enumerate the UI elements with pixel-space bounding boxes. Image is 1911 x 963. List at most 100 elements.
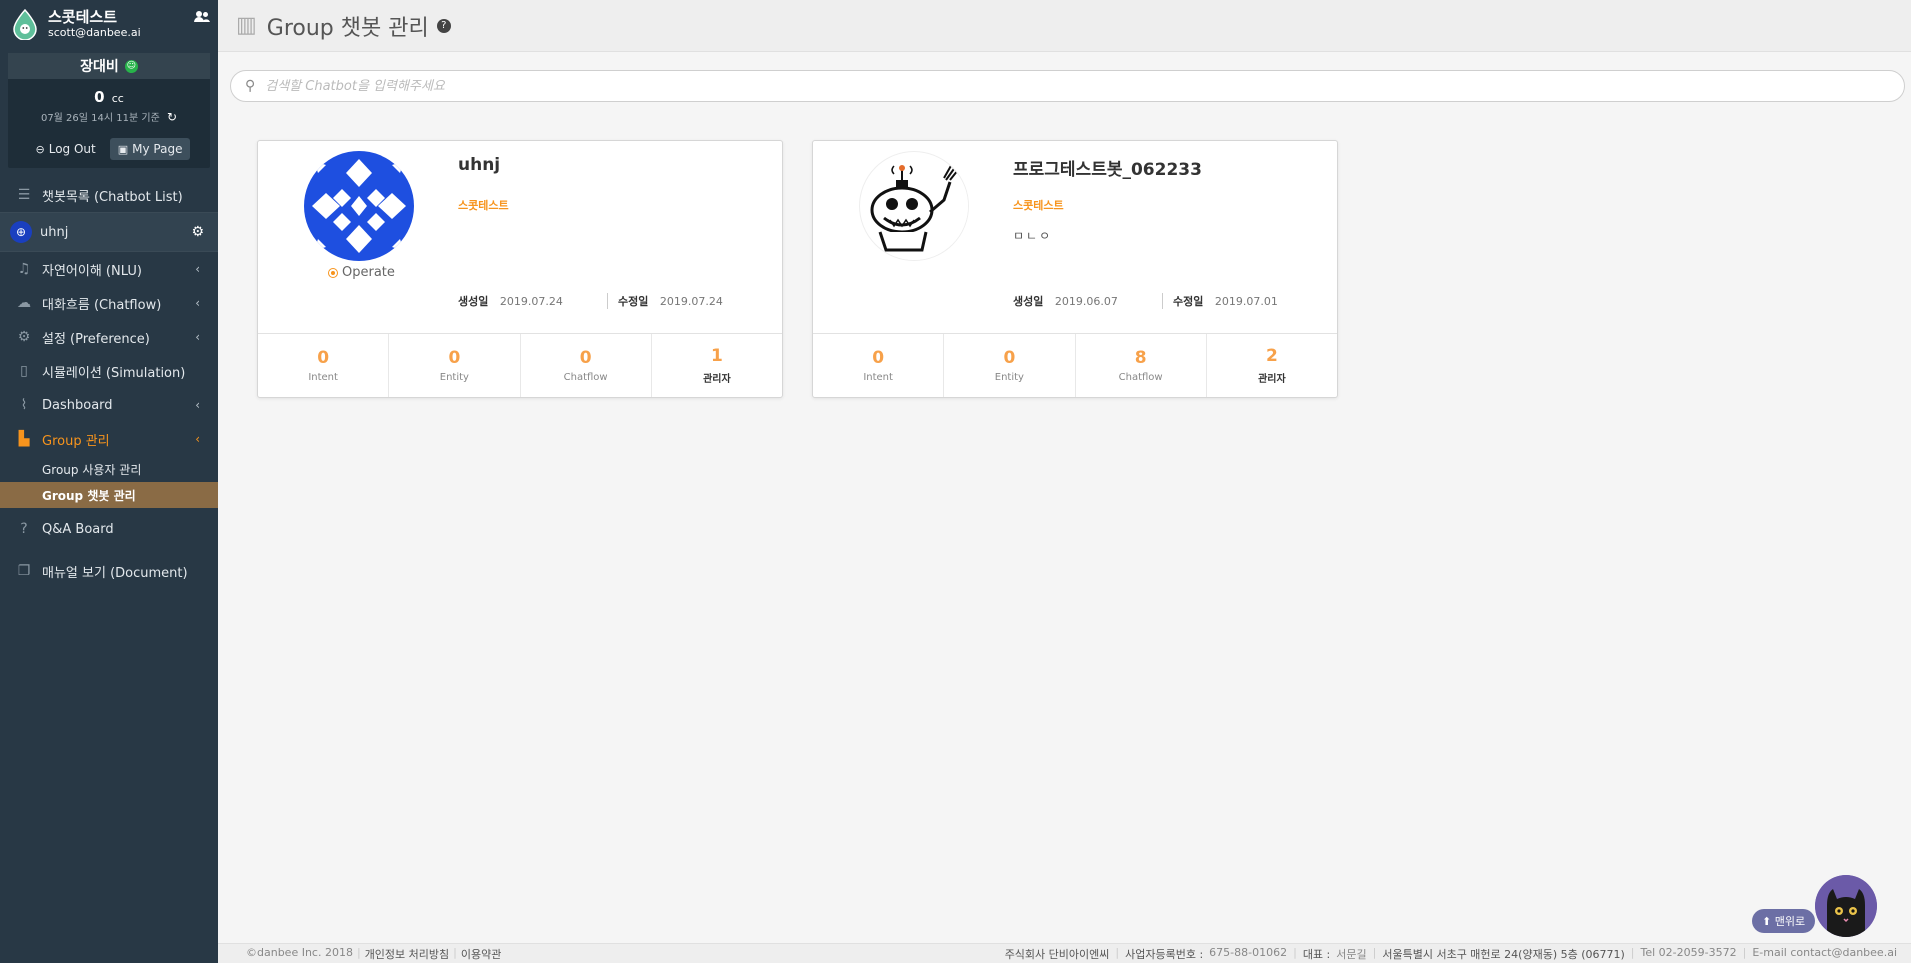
- stat-entity: 0 Entity: [389, 334, 521, 397]
- bot-dates: 생성일 2019.06.07 수정일 2019.07.01: [1013, 293, 1278, 309]
- stat-intent: 0 Intent: [813, 334, 945, 397]
- logout-label: Log Out: [48, 142, 96, 156]
- sidebar-subitem-group-bots[interactable]: Group 챗봇 관리: [0, 482, 218, 508]
- footer-ceo: 서문길: [1336, 947, 1367, 961]
- stat-value: 0: [317, 348, 330, 368]
- stat-label: Intent: [308, 372, 338, 383]
- current-bot-name: uhnj: [40, 224, 69, 240]
- sidebar-item-group[interactable]: ▙ Group 관리 ‹: [0, 422, 218, 456]
- chart-icon: ⌇: [20, 397, 28, 413]
- bot-name: uhnj: [458, 155, 501, 175]
- sidebar-item-dashboard[interactable]: ⌇ Dashboard ‹: [0, 388, 218, 422]
- help-icon[interactable]: ?: [436, 18, 451, 33]
- stat-value: 0: [448, 348, 461, 368]
- stat-intent: 0 Intent: [258, 334, 390, 397]
- credit-timestamp: 07월 26일 14시 11분 기준: [40, 113, 160, 124]
- sidebar-item-label: 자연어이해 (NLU): [42, 263, 142, 279]
- created-date: 2019.06.07: [1054, 295, 1118, 308]
- chat-bubble-icon: ☁: [17, 295, 31, 311]
- document-icon: ❐: [17, 563, 31, 579]
- chatbot-card[interactable]: 프로그테스트봇_062233 스콧테스트 ㅁㄴㅇ 생성일 2019.06.07 …: [812, 140, 1338, 398]
- sidebar-item-simulation[interactable]: ▯ 시뮬레이션 (Simulation): [0, 354, 218, 388]
- chevron-left-icon: ‹: [195, 262, 200, 276]
- sidebar-item-nlu[interactable]: ♫ 자연어이해 (NLU) ‹: [0, 252, 218, 286]
- stat-admin[interactable]: 1 관리자: [652, 334, 782, 397]
- created-label: 생성일: [1013, 295, 1044, 308]
- smile-icon: ☺: [124, 59, 138, 73]
- chatbot-card[interactable]: Operate uhnj 스콧테스트 생성일 2019.07.24 수정일 20…: [257, 140, 783, 398]
- footer-privacy-link[interactable]: 개인정보 처리방침: [365, 946, 449, 962]
- credit-value: 0: [94, 88, 105, 106]
- sidebar-item-preference[interactable]: ⚙ 설정 (Preference) ‹: [0, 320, 218, 354]
- footer-biz-number: 675-88-01062: [1209, 945, 1288, 959]
- stat-label: 관리자: [1258, 374, 1286, 385]
- bot-avatar-icon: ⊕: [10, 221, 32, 243]
- mypage-label: My Page: [132, 142, 183, 156]
- stat-value: 0: [1003, 348, 1016, 368]
- sidebar-subitem-group-users[interactable]: Group 사용자 관리: [0, 456, 218, 482]
- stat-chatflow: 0 Chatflow: [521, 334, 652, 397]
- bot-name: 프로그테스트봇_062233: [1013, 160, 1202, 180]
- footer-tel: Tel 02-2059-3572: [1640, 945, 1737, 959]
- chevron-left-icon: ‹: [195, 398, 200, 412]
- scroll-top-button[interactable]: ⬆ 맨위로: [1752, 909, 1816, 933]
- stat-value: 0: [579, 348, 592, 368]
- users-icon[interactable]: [194, 10, 210, 27]
- sidebar-item-manual[interactable]: ❐ 매뉴얼 보기 (Document): [0, 554, 218, 588]
- headset-icon: ♫: [17, 261, 31, 277]
- footer-terms-link[interactable]: 이용약관: [461, 946, 501, 962]
- refresh-icon[interactable]: ↻: [167, 110, 177, 124]
- bot-description: ㅁㄴㅇ: [1013, 229, 1053, 243]
- building-icon: ▙: [18, 431, 30, 447]
- modified-label: 수정일: [618, 295, 649, 308]
- search-input[interactable]: [265, 78, 1842, 94]
- bot-group: 스콧테스트: [1013, 199, 1064, 212]
- logout-button[interactable]: ⊖ Log Out: [28, 138, 104, 160]
- sidebar-item-label: Dashboard: [42, 397, 113, 413]
- sidebar-subitem-label: Group 사용자 관리: [42, 462, 142, 477]
- mypage-button[interactable]: ▣ My Page: [109, 138, 191, 160]
- status-label: Operate: [342, 265, 395, 280]
- bot-group: 스콧테스트: [458, 199, 509, 212]
- sidebar-item-chatbot-list[interactable]: ☰ 챗봇목록 (Chatbot List): [0, 178, 218, 212]
- group-name: 스콧테스트: [48, 8, 118, 26]
- stat-value: 1: [710, 346, 723, 366]
- stat-value: 2: [1265, 346, 1278, 366]
- account-buttons: ⊖ Log Out ▣ My Page: [8, 138, 210, 168]
- bot-stats: 0 Intent 0 Entity 8 Chatflow 2 관리자: [813, 333, 1337, 397]
- user-email: scott@danbee.ai: [48, 26, 141, 39]
- page-header: ▥ Group 챗봇 관리 ?: [218, 0, 1911, 52]
- stat-entity: 0 Entity: [944, 334, 1076, 397]
- question-circle-icon: ?: [20, 521, 28, 537]
- chevron-left-icon: ‹: [195, 296, 200, 310]
- footer-address: 서울특별시 서초구 매헌로 24(양재동) 5층 (06771): [1382, 947, 1625, 961]
- search-bar: ⚲: [230, 70, 1905, 102]
- sidebar-item-qa[interactable]: ? Q&A Board: [0, 512, 218, 546]
- danbee-logo-icon: [8, 6, 42, 42]
- stat-value: 8: [1134, 348, 1147, 368]
- search-icon: ⚲: [245, 78, 256, 94]
- sidebar: 스콧테스트 scott@danbee.ai 장대비 ☺ 0 cc 07월 26일…: [0, 0, 218, 963]
- stat-admin[interactable]: 2 관리자: [1207, 334, 1337, 397]
- sidebar-item-current-bot[interactable]: ⊕ uhnj ⚙: [0, 212, 218, 252]
- footer-copyright: ©danbee Inc. 2018: [246, 945, 353, 959]
- sidebar-nav: ☰ 챗봇목록 (Chatbot List) ⊕ uhnj ⚙ ♫ 자연어이해 (…: [0, 178, 218, 588]
- stat-label: Chatflow: [1118, 372, 1163, 383]
- list-icon: ☰: [17, 187, 31, 203]
- stat-label: Chatflow: [563, 372, 608, 383]
- credit-box: 0 cc 07월 26일 14시 11분 기준 ↻: [8, 79, 210, 128]
- stat-label: 관리자: [703, 374, 731, 385]
- cat-chatbot-icon[interactable]: [1815, 875, 1877, 937]
- stat-chatflow: 8 Chatflow: [1076, 334, 1207, 397]
- created-date: 2019.07.24: [499, 295, 563, 308]
- sidebar-item-label: 챗봇목록 (Chatbot List): [42, 189, 183, 205]
- sidebar-item-chatflow[interactable]: ☁ 대화흐름 (Chatflow) ‹: [0, 286, 218, 320]
- modified-date: 2019.07.24: [659, 295, 723, 308]
- footer-biz-label: 사업자등록번호 :: [1125, 947, 1204, 961]
- stat-value: 0: [872, 348, 885, 368]
- stat-label: Entity: [439, 372, 469, 383]
- gear-icon[interactable]: ⚙: [191, 224, 204, 240]
- bot-stats: 0 Intent 0 Entity 0 Chatflow 1 관리자: [258, 333, 782, 397]
- bot-avatar: [304, 151, 414, 261]
- sidebar-item-label: Q&A Board: [42, 521, 114, 537]
